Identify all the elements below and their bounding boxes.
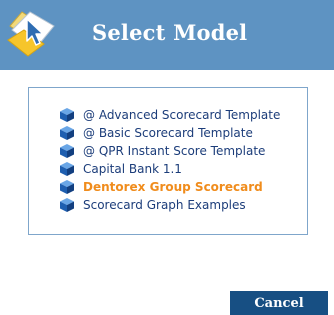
model-cube-icon: [60, 126, 74, 140]
model-item-qpr-instant-score-template[interactable]: @ QPR Instant Score Template: [59, 142, 280, 160]
model-cube-icon: [60, 180, 74, 194]
model-item-capital-bank[interactable]: Capital Bank 1.1: [59, 160, 280, 178]
model-list: @ Advanced Scorecard Template @ Basic Sc…: [59, 106, 280, 214]
model-item-label: Dentorex Group Scorecard: [83, 180, 263, 194]
model-item-basic-scorecard-template[interactable]: @ Basic Scorecard Template: [59, 124, 280, 142]
dialog-title: Select Model: [92, 20, 248, 45]
model-item-label: @ Basic Scorecard Template: [83, 126, 253, 140]
model-item-label: @ Advanced Scorecard Template: [83, 108, 281, 122]
cancel-button[interactable]: Cancel: [230, 291, 328, 315]
model-cube-icon: [60, 144, 74, 158]
model-item-scorecard-graph-examples[interactable]: Scorecard Graph Examples: [59, 196, 280, 214]
model-cube-icon: [60, 198, 74, 212]
model-item-label: Scorecard Graph Examples: [83, 198, 246, 212]
model-item-advanced-scorecard-template[interactable]: @ Advanced Scorecard Template: [59, 106, 280, 124]
model-item-label: Capital Bank 1.1: [83, 162, 182, 176]
model-list-panel: @ Advanced Scorecard Template @ Basic Sc…: [28, 87, 308, 235]
model-cube-icon: [60, 108, 74, 122]
dialog-header: Select Model: [0, 0, 334, 70]
model-item-dentorex-group-scorecard[interactable]: Dentorex Group Scorecard: [59, 178, 280, 196]
model-item-label: @ QPR Instant Score Template: [83, 144, 266, 158]
model-cube-icon: [60, 162, 74, 176]
model-cursor-icon: [7, 11, 55, 57]
